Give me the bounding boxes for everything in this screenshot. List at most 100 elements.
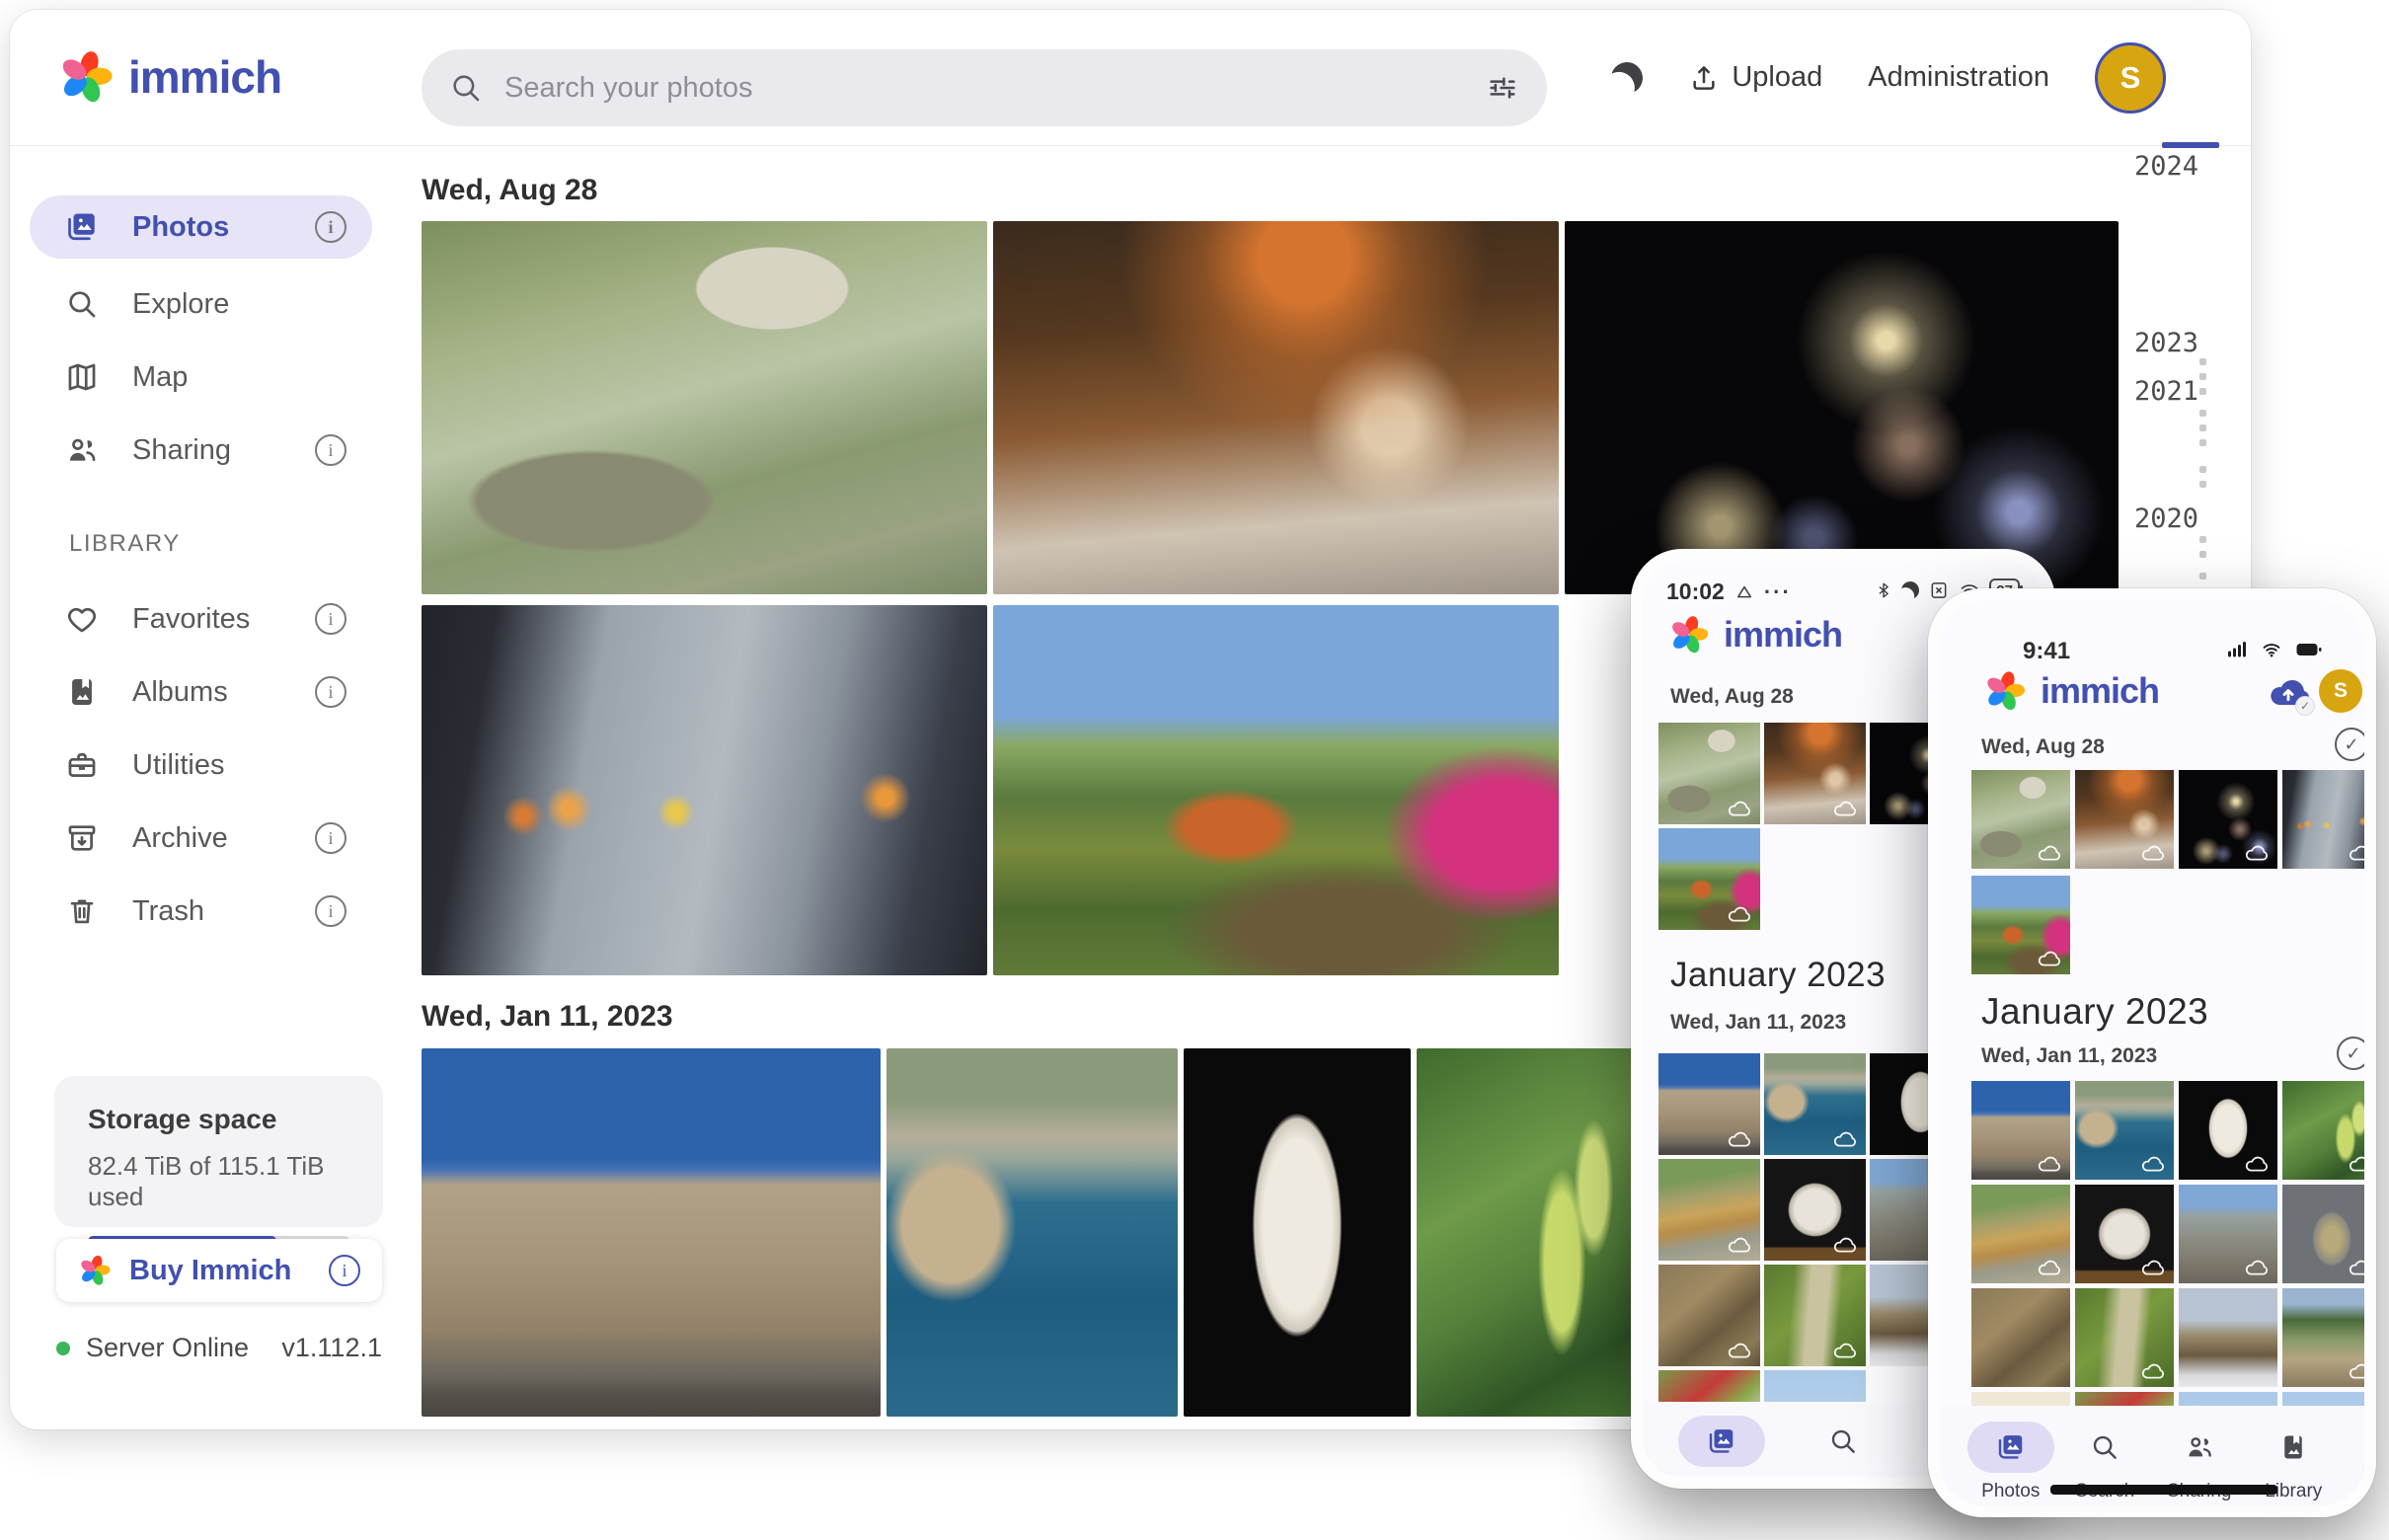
- sidebar-item-explore[interactable]: Explore: [30, 272, 372, 336]
- photo-coastal-fort[interactable]: [886, 1048, 1178, 1417]
- user-avatar[interactable]: S: [2095, 42, 2166, 114]
- nav-tab-library[interactable]: Library: [2247, 1422, 2342, 1517]
- info-icon[interactable]: i: [315, 822, 347, 854]
- thumb-garden-path[interactable]: [1971, 876, 2070, 974]
- thumb-castle[interactable]: [1971, 1081, 2070, 1180]
- photos-icon: [65, 210, 99, 244]
- thumb-baboons[interactable]: [1658, 723, 1760, 824]
- sidebar-item-albums[interactable]: Albums i: [30, 660, 372, 724]
- thumb-child-sculpture[interactable]: [1764, 1159, 1866, 1261]
- info-icon[interactable]: i: [315, 676, 347, 708]
- status-bar-right: [2226, 640, 2325, 659]
- thumb-bust[interactable]: [2179, 1081, 2277, 1180]
- scrubber-tick: [2199, 373, 2206, 380]
- select-all-check-icon[interactable]: ✓: [2337, 1037, 2370, 1070]
- month-header: January 2023: [1670, 956, 1886, 995]
- scrubber-tick: [2199, 424, 2206, 431]
- thumb-dinner[interactable]: [1764, 723, 1866, 824]
- thumb-garden-path[interactable]: [1658, 828, 1760, 930]
- date-group-header: Wed, Aug 28: [1670, 685, 1794, 709]
- thumb-berries[interactable]: [2282, 1081, 2376, 1180]
- thumb-snowy-church[interactable]: [2179, 1288, 2277, 1387]
- home-indicator[interactable]: [1741, 1485, 1939, 1489]
- nav-tab-sharing[interactable]: Sharing: [2152, 1422, 2247, 1517]
- bluetooth-icon: [1875, 580, 1892, 600]
- search-icon: [1800, 1416, 1887, 1467]
- sidebar-item-favorites[interactable]: Favorites i: [30, 587, 372, 651]
- search-bar[interactable]: [422, 49, 1547, 126]
- cloud-backup-icon: [2037, 948, 2062, 968]
- photo-baboons-jungle[interactable]: [422, 221, 987, 594]
- buy-immich-label: Buy Immich: [129, 1255, 311, 1287]
- bottom-navigation: Photos Search Sharing Library: [1940, 1406, 2364, 1517]
- thumb-beach-cliff[interactable]: [1971, 1185, 2070, 1283]
- photo-fireworks[interactable]: [1565, 221, 2119, 594]
- photo-sea-grapes[interactable]: [1417, 1048, 1644, 1417]
- upload-button[interactable]: Upload: [1688, 61, 1822, 94]
- photo-dubrovnik-castle-wall[interactable]: [422, 1048, 881, 1417]
- scrubber-tick: [2199, 388, 2206, 395]
- heart-icon: [65, 602, 99, 636]
- sidebar-label: Explore: [132, 288, 372, 321]
- photo-grid: [1971, 770, 2376, 869]
- photo-marble-bust[interactable]: [1184, 1048, 1411, 1417]
- search-filters-icon[interactable]: [1486, 71, 1519, 105]
- thumb-child-sculpture[interactable]: [2075, 1185, 2174, 1283]
- sim-card-icon: [1928, 580, 1950, 600]
- thumb-baboons[interactable]: [1971, 770, 2070, 869]
- sidebar-item-trash[interactable]: Trash i: [30, 880, 372, 943]
- thumb-alpine-village[interactable]: [2282, 1288, 2376, 1387]
- upload-label: Upload: [1732, 61, 1822, 94]
- archive-icon: [65, 821, 99, 855]
- nav-tab-photos[interactable]: Photos: [1670, 1416, 1773, 1489]
- thumb-dinner[interactable]: [2075, 770, 2174, 869]
- user-avatar[interactable]: S: [2319, 669, 2362, 713]
- cloud-backup-icon: [1832, 1128, 1858, 1149]
- thumb-trophy[interactable]: [2282, 1185, 2376, 1283]
- nav-tab-photos[interactable]: Photos: [1964, 1422, 2058, 1517]
- immich-logo[interactable]: immich: [57, 42, 281, 112]
- thumb-lizard-moss[interactable]: [2075, 1288, 2174, 1387]
- buy-immich-button[interactable]: Buy Immich i: [56, 1239, 382, 1302]
- info-icon[interactable]: i: [315, 603, 347, 635]
- cloud-backup-icon: [1832, 1234, 1858, 1255]
- photo-holding-hands-dusk[interactable]: [422, 605, 987, 975]
- thumb-castle[interactable]: [1658, 1053, 1760, 1155]
- nav-tab-search[interactable]: Search: [1792, 1416, 1894, 1489]
- sidebar-item-archive[interactable]: Archive i: [30, 807, 372, 870]
- scrubber-position-marker[interactable]: [2162, 142, 2219, 148]
- select-all-check-icon[interactable]: ✓: [2335, 728, 2368, 761]
- info-icon[interactable]: i: [315, 211, 347, 243]
- immich-flower-icon: [1983, 669, 2027, 713]
- cloud-backup-icon: [2348, 1153, 2373, 1174]
- dark-mode-toggle-icon[interactable]: [1608, 59, 1646, 97]
- thumb-lizard-moss[interactable]: [1764, 1265, 1866, 1366]
- search-input[interactable]: [502, 71, 1466, 106]
- photo-row: [422, 605, 1559, 975]
- sidebar-item-utilities[interactable]: Utilities: [30, 733, 372, 797]
- nav-tab-search[interactable]: Search: [2058, 1422, 2153, 1517]
- sidebar-item-map[interactable]: Map: [30, 346, 372, 409]
- thumb-ruins[interactable]: [2179, 1185, 2277, 1283]
- thumb-beach-cliff[interactable]: [1658, 1159, 1760, 1261]
- sidebar-item-photos[interactable]: Photos i: [30, 195, 372, 259]
- info-icon[interactable]: i: [315, 434, 347, 466]
- immich-flower-icon: [78, 1254, 112, 1287]
- info-icon[interactable]: i: [329, 1255, 360, 1286]
- cloud-backup-status-icon[interactable]: ✓: [2268, 675, 2309, 711]
- thumb-fireworks[interactable]: [2179, 770, 2277, 869]
- thumb-coast[interactable]: [2075, 1081, 2174, 1180]
- photo-autumn-dinner-table[interactable]: [993, 221, 1559, 594]
- immich-logo: immich: [1983, 669, 2159, 713]
- sidebar-item-sharing[interactable]: Sharing i: [30, 419, 372, 482]
- thumb-hands[interactable]: [2282, 770, 2376, 869]
- cloud-backup-icon: [1727, 1234, 1752, 1255]
- immich-flower-icon: [1668, 614, 1710, 655]
- thumb-lizard[interactable]: [1971, 1288, 2070, 1387]
- info-icon[interactable]: i: [315, 895, 347, 927]
- administration-link[interactable]: Administration: [1868, 61, 2049, 94]
- thumb-coast[interactable]: [1764, 1053, 1866, 1155]
- photo-autumn-garden-path[interactable]: [993, 605, 1559, 975]
- thumb-lizard[interactable]: [1658, 1265, 1760, 1366]
- home-indicator[interactable]: [2050, 1485, 2277, 1495]
